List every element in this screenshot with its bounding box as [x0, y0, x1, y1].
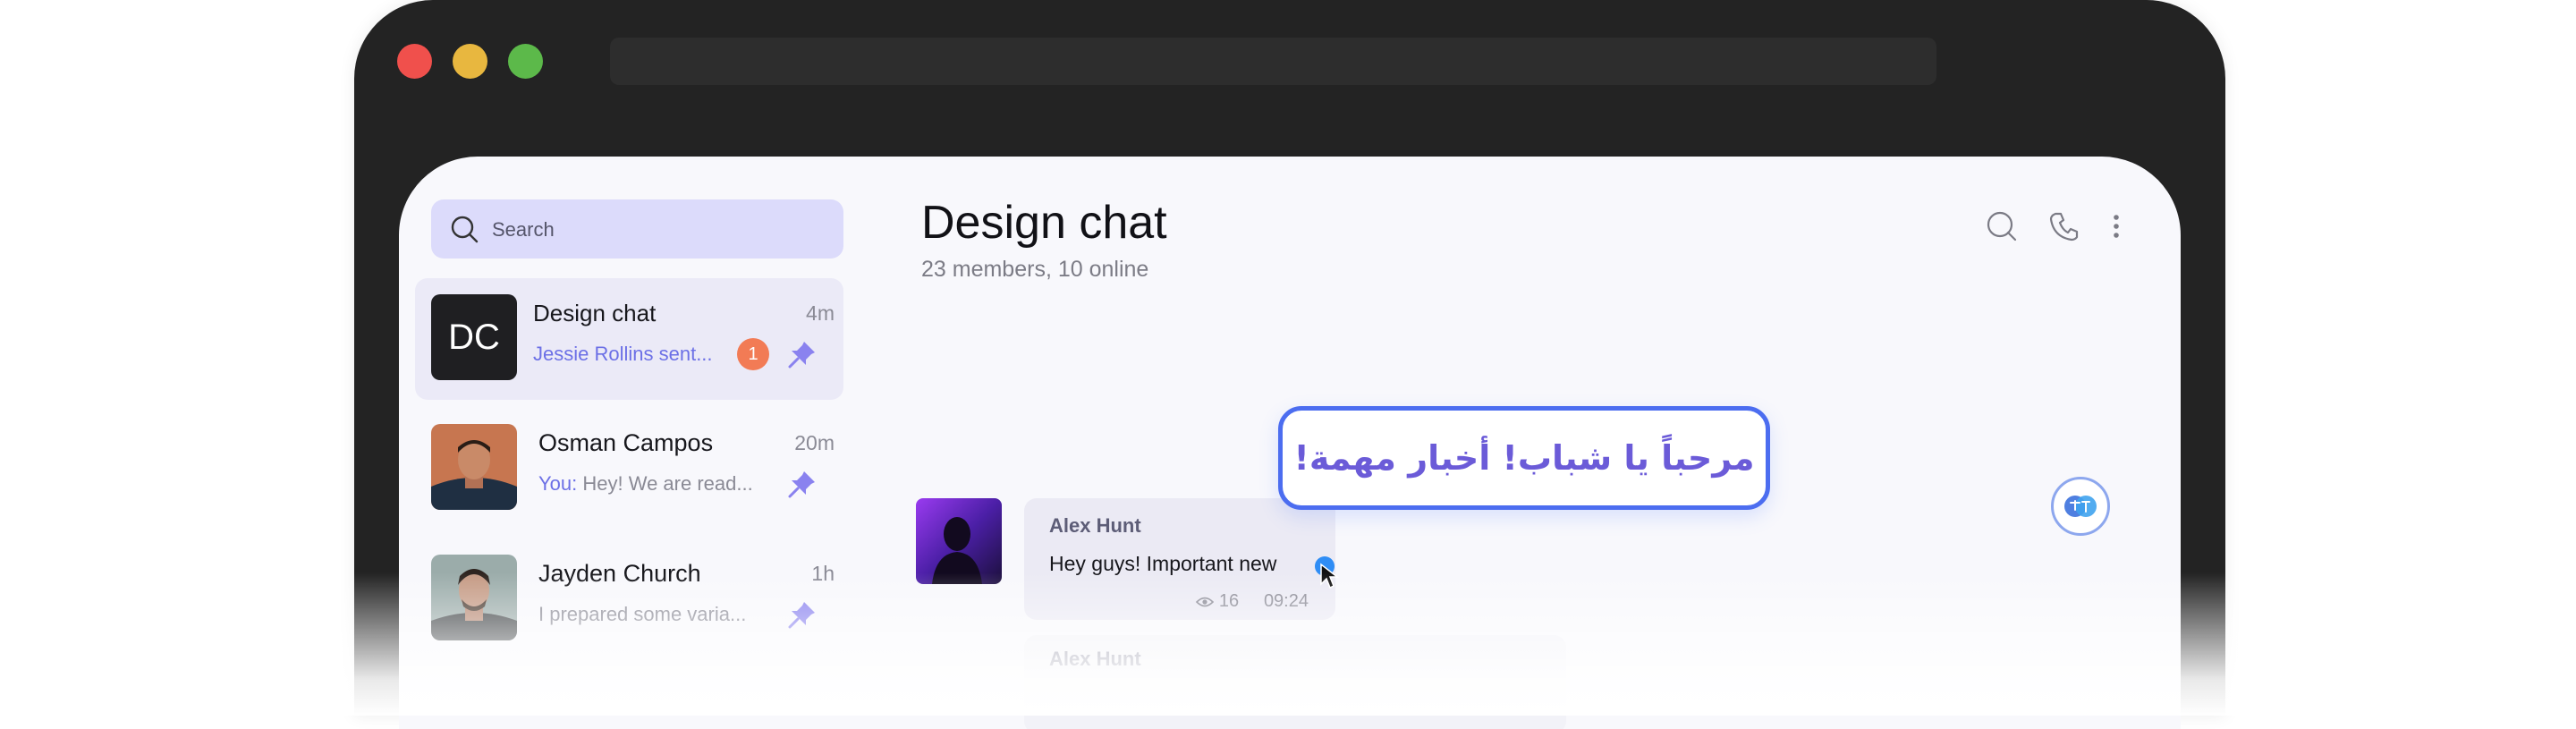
chat-list-item-osman-campos[interactable]: Osman Campos 20m You: Hey! We are read..…	[415, 408, 843, 530]
chat-preview: You: Hey! We are read...	[538, 472, 753, 496]
minimize-window-button[interactable]	[453, 44, 487, 79]
chat-header-title: Design chat	[921, 197, 1167, 249]
more-options-icon[interactable]	[2109, 210, 2123, 242]
pin-icon[interactable]	[787, 469, 818, 499]
message-author: Alex Hunt	[1049, 514, 1141, 537]
chat-time: 20m	[794, 431, 835, 454]
close-window-button[interactable]	[397, 44, 432, 79]
phone-icon[interactable]	[2048, 210, 2080, 242]
message-meta: 16 09:24	[1196, 591, 1309, 612]
app-window-frame: Search DC Design chat 4m Jessie Rollins …	[354, 0, 2225, 729]
pin-icon[interactable]	[787, 599, 818, 630]
message-author: Alex Hunt	[1049, 648, 1141, 670]
search-input[interactable]: Search	[431, 199, 843, 259]
avatar-initials: DC	[448, 317, 500, 357]
search-icon	[451, 216, 479, 243]
search-placeholder: Search	[492, 218, 555, 241]
message-time: 09:24	[1263, 591, 1309, 611]
avatar: DC	[431, 294, 517, 380]
chat-title: Osman Campos	[538, 429, 714, 456]
eye-icon	[1196, 597, 1215, 607]
chat-time: 1h	[811, 562, 835, 585]
avatar	[431, 424, 517, 510]
pin-icon[interactable]	[787, 339, 818, 369]
avatar	[431, 555, 517, 640]
chat-list-item-jayden-church[interactable]: Jayden Church 1h I prepared some varia..…	[415, 538, 843, 660]
mouse-pointer-icon	[1320, 563, 1339, 589]
message-bubble[interactable]: Alex Hunt Hey guys! Important new 16 09:…	[1024, 498, 1335, 620]
you-label: You:	[538, 472, 578, 495]
message-text: Hey guys! Important new	[1049, 552, 1277, 575]
translation-text: مرحباً يا شباب! أخبار مهمة!	[1293, 438, 1755, 478]
preview-text: Hey! We are read...	[577, 472, 753, 495]
chat-time: 4m	[806, 301, 835, 325]
search-icon[interactable]	[1986, 210, 2018, 242]
translate-icon	[2064, 496, 2097, 517]
chat-preview: Jessie Rollins sent...	[533, 343, 713, 365]
chat-app-screen: Search DC Design chat 4m Jessie Rollins …	[399, 157, 2181, 729]
chat-preview: I prepared some varia...	[538, 603, 747, 625]
message-bubble[interactable]: Alex Hunt	[1024, 635, 1566, 729]
translate-button[interactable]	[2051, 477, 2110, 536]
unread-badge: 1	[737, 338, 769, 370]
avatar	[916, 498, 1002, 584]
chat-title: Design chat	[533, 300, 657, 326]
address-bar[interactable]	[610, 38, 1936, 85]
chat-list-item-design-chat[interactable]: DC Design chat 4m Jessie Rollins sent...…	[415, 278, 843, 400]
chat-title: Jayden Church	[538, 560, 701, 587]
view-count: 16	[1218, 591, 1240, 611]
translation-popup: مرحباً يا شباب! أخبار مهمة!	[1278, 406, 1770, 510]
maximize-window-button[interactable]	[508, 44, 543, 79]
chat-header-subtitle: 23 members, 10 online	[921, 257, 1149, 282]
